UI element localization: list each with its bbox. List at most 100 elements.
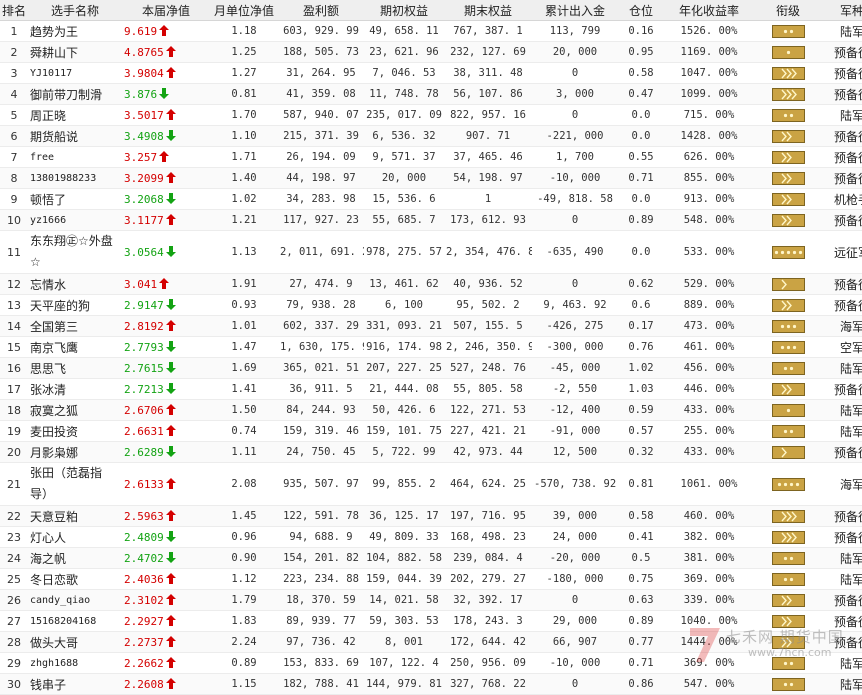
header-nav[interactable]: 本届净值 [122, 0, 210, 21]
player-name-link[interactable]: 南京飞鹰 [28, 336, 122, 358]
table-row[interactable]: 16 思思飞 2.7615 1.69 365, 021. 51 207, 227. 25 5… [0, 357, 862, 379]
player-name-link[interactable]: 顿悟了 [28, 188, 122, 210]
net-flow-cell: -10, 000 [532, 167, 618, 189]
rank-insignia-icon [771, 298, 805, 312]
player-name-link[interactable]: 月影枭娜 [28, 441, 122, 463]
player-name-link[interactable]: 天意豆粕 [28, 505, 122, 527]
table-row[interactable]: 9 顿悟了 3.2068 1.02 34, 283. 98 15, 536. 6 1 -49,… [0, 188, 862, 210]
player-name-link[interactable]: 海之帆 [28, 547, 122, 569]
table-row[interactable]: 8 13801988233 3.2099 1.40 44, 198. 97 20, 000… [0, 167, 862, 189]
rank-insignia-icon [771, 509, 805, 523]
player-name-link[interactable]: 张冰清 [28, 378, 122, 400]
player-name-link[interactable]: 期货船说 [28, 125, 122, 147]
player-name-link[interactable]: 13801988233 [28, 167, 122, 189]
player-name-link[interactable]: zhgh1688 [28, 652, 122, 674]
player-name-link[interactable]: yz1666 [28, 209, 122, 231]
player-name-link[interactable]: 麦田投资 [28, 420, 122, 442]
header-service[interactable]: 军种 [822, 0, 862, 21]
nav-value: 3.041 [124, 277, 158, 291]
rank-insignia-icon [771, 66, 805, 80]
player-name-link[interactable]: 周正晓 [28, 104, 122, 126]
table-row[interactable]: 6 期货船说 3.4908 1.10 215, 371. 39 6, 536. 32 907… [0, 125, 862, 147]
table-row[interactable]: 21 张田（范磊指导） 2.6133 2.08 935, 507. 97 99, 855.… [0, 462, 862, 506]
nav-value: 2.2662 [124, 656, 164, 670]
table-row[interactable]: 15南京飞鹰2.7793 1.471, 630, 175. 97916, 174.… [0, 336, 862, 358]
player-name-link[interactable]: 灯心人 [28, 526, 122, 548]
start-equity-cell: 7, 046. 53 [364, 62, 444, 84]
arrow-up-icon [159, 150, 170, 162]
player-name-link[interactable]: 张田（范磊指导） [28, 462, 122, 506]
player-name-link[interactable]: 思思飞 [28, 357, 122, 379]
header-annual-return[interactable]: 年化收益率 [664, 0, 754, 21]
table-row[interactable]: 23 灯心人 2.4809 0.96 94, 688. 9 49, 809. 33 168,… [0, 526, 862, 548]
rank-cell: 5 [0, 104, 28, 126]
player-name-link[interactable]: candy_qiao [28, 589, 122, 611]
end-equity-cell: 2, 246, 350. 95 [444, 336, 532, 358]
position-cell: 0.0 [618, 125, 664, 147]
player-name-link[interactable]: 天平座的狗 [28, 294, 122, 316]
nav-cell: 2.2662 [122, 652, 210, 674]
player-name-link[interactable]: 御前带刀制滑 [28, 83, 122, 105]
header-position[interactable]: 仓位 [618, 0, 664, 21]
net-flow-cell: -91, 000 [532, 420, 618, 442]
table-row[interactable]: 12 忘情水 3.041 1.91 27, 474. 9 13, 461. 62 40, 9… [0, 273, 862, 295]
position-cell: 0.6 [618, 294, 664, 316]
player-name-link[interactable]: 冬日恋歌 [28, 568, 122, 590]
net-flow-cell: 12, 500 [532, 441, 618, 463]
table-row[interactable]: 11东东翔㊣☆外盘☆3.0564 1.132, 011, 691. 26978, … [0, 230, 862, 274]
table-row[interactable]: 26 candy_qiao 2.3102 1.79 18, 370. 59 14, 021… [0, 589, 862, 611]
table-row[interactable]: 28 做头大哥 2.2737 2.24 97, 736. 42 8, 001 172, 64… [0, 631, 862, 653]
table-row[interactable]: 19 麦田投资 2.6631 0.74 159, 319. 46 159, 101. 75… [0, 420, 862, 442]
table-row[interactable]: 22 天意豆粕 2.5963 1.45 122, 591. 78 36, 125. 17 1… [0, 505, 862, 527]
table-row[interactable]: 10 yz1666 3.1177 1.21 117, 927. 23 55, 685. 7… [0, 209, 862, 231]
player-name-link[interactable]: 忘情水 [28, 273, 122, 295]
player-name-link[interactable]: 做头大哥 [28, 631, 122, 653]
annual-return-cell: 461. 00% [664, 336, 754, 358]
player-name-link[interactable]: 全国第三 [28, 315, 122, 337]
player-name-link[interactable]: YJ10117 [28, 62, 122, 84]
grade-cell [754, 146, 822, 168]
grade-cell [754, 315, 822, 337]
table-row[interactable]: 30 钱串子 2.2608 1.15 182, 788. 41 144, 979. 81 3… [0, 673, 862, 695]
grade-cell [754, 526, 822, 548]
arrow-down-icon [165, 129, 176, 141]
table-row[interactable]: 24 海之帆 2.4702 0.90 154, 201. 82 104, 882. 58 2… [0, 547, 862, 569]
player-name-link[interactable]: 东东翔㊣☆外盘☆ [28, 230, 122, 274]
table-row[interactable]: 25 冬日恋歌 2.4036 1.12 223, 234. 88 159, 044. 39… [0, 568, 862, 590]
player-name-link[interactable]: free [28, 146, 122, 168]
grade-cell [754, 673, 822, 695]
header-end-equity[interactable]: 期末权益 [444, 0, 532, 21]
table-row[interactable]: 3 YJ10117 3.9804 1.27 31, 264. 95 7, 046. 53 3… [0, 62, 862, 84]
header-name[interactable]: 选手名称 [28, 0, 122, 21]
player-name-link[interactable]: 趋势为王 [28, 20, 122, 42]
player-name-link[interactable]: 钱串子 [28, 673, 122, 695]
header-start-equity[interactable]: 期初权益 [364, 0, 444, 21]
arrow-down-icon [165, 361, 176, 373]
grade-cell [754, 399, 822, 421]
table-row[interactable]: 14 全国第三 2.8192 1.01 602, 337. 29 331, 093. 21… [0, 315, 862, 337]
table-row[interactable]: 13 天平座的狗 2.9147 0.93 79, 938. 28 6, 100 95, 50… [0, 294, 862, 316]
header-grade[interactable]: 衔级 [754, 0, 822, 21]
table-row[interactable]: 2 舜耕山下 4.8765 1.25 188, 505. 73 23, 621. 96 23… [0, 41, 862, 63]
rank-insignia-icon [771, 572, 805, 586]
table-row[interactable]: 7 free 3.257 1.71 26, 194. 09 9, 571. 37 37, 4… [0, 146, 862, 168]
table-row[interactable]: 5 周正晓 3.5017 1.70 587, 940. 07 235, 017. 09 82… [0, 104, 862, 126]
table-row[interactable]: 27 15168204168 2.2927 1.83 89, 939. 77 59, 30… [0, 610, 862, 632]
table-row[interactable]: 18 寂寞之狐 2.6706 1.50 84, 244. 93 50, 426. 6 122… [0, 399, 862, 421]
header-net-flow[interactable]: 累计出入金 [532, 0, 618, 21]
profit-cell: 36, 911. 5 [278, 378, 364, 400]
arrow-down-icon [165, 245, 176, 257]
header-rank[interactable]: 排名 [0, 0, 28, 21]
monthly-nav-cell: 0.90 [210, 547, 278, 569]
table-row[interactable]: 20 月影枭娜 2.6289 1.11 24, 750. 45 5, 722. 99 42,… [0, 441, 862, 463]
player-name-link[interactable]: 15168204168 [28, 610, 122, 632]
header-profit[interactable]: 盈利额 [278, 0, 364, 21]
table-row[interactable]: 1 趋势为王 9.619 1.18 603, 929. 99 49, 658. 11 767… [0, 20, 862, 42]
player-name-link[interactable]: 寂寞之狐 [28, 399, 122, 421]
player-name-link[interactable]: 舜耕山下 [28, 41, 122, 63]
header-monthly-nav[interactable]: 月单位净值 [210, 0, 278, 21]
table-row[interactable]: 17 张冰清 2.7213 1.41 36, 911. 5 21, 444. 08 55, … [0, 378, 862, 400]
start-equity-cell: 331, 093. 21 [364, 315, 444, 337]
table-row[interactable]: 4 御前带刀制滑 3.876 0.81 41, 359. 08 11, 748. 78 56… [0, 83, 862, 105]
table-row[interactable]: 29 zhgh1688 2.2662 0.89 153, 833. 69 107, 122… [0, 652, 862, 674]
